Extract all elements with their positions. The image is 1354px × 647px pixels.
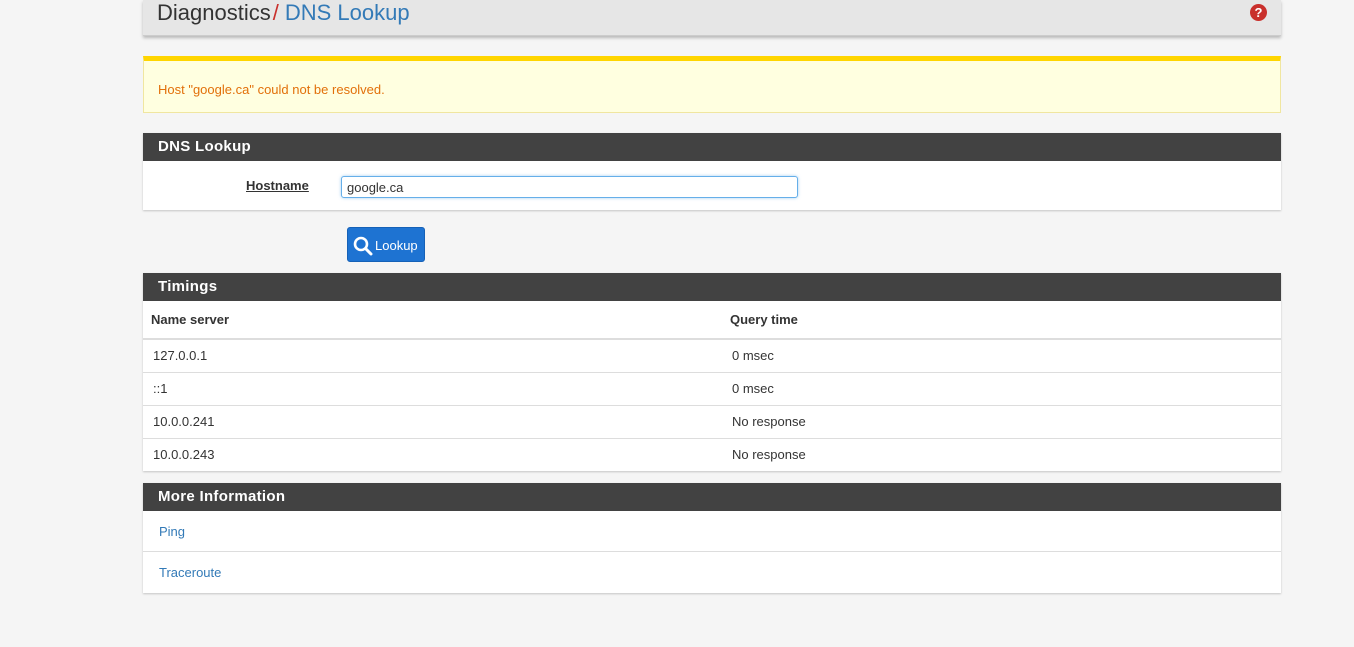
table-row: 127.0.0.1 0 msec: [143, 340, 1281, 373]
column-header-query-time: Query time: [730, 312, 798, 327]
name-server-cell: 127.0.0.1: [153, 348, 208, 363]
dns-lookup-panel-title: DNS Lookup: [143, 133, 1281, 161]
query-time-cell: No response: [732, 447, 806, 462]
more-information-panel: More Information Ping Traceroute: [143, 483, 1281, 593]
dns-lookup-panel: DNS Lookup Hostname: [143, 133, 1281, 210]
query-time-cell: 0 msec: [732, 381, 774, 396]
lookup-button-label: Lookup: [375, 238, 418, 253]
list-item: Traceroute: [143, 552, 1281, 592]
table-row: ::1 0 msec: [143, 373, 1281, 406]
hostname-label: Hostname: [246, 178, 309, 193]
query-time-cell: 0 msec: [732, 348, 774, 363]
hostname-input[interactable]: [341, 176, 798, 198]
list-item: Ping: [143, 511, 1281, 552]
timings-panel-title: Timings: [143, 273, 1281, 301]
column-header-name-server: Name server: [151, 312, 230, 327]
timings-table-header: Name server Query time: [143, 301, 1281, 340]
table-row: 10.0.0.241 No response: [143, 406, 1281, 439]
main-content: Diagnostics/DNS Lookup ? Host "google.ca…: [143, 0, 1281, 593]
more-information-panel-title: More Information: [143, 483, 1281, 511]
name-server-cell: ::1: [153, 381, 168, 396]
query-time-cell: No response: [732, 414, 806, 429]
help-icon[interactable]: ?: [1250, 4, 1267, 21]
page-header: Diagnostics/DNS Lookup ?: [143, 0, 1281, 36]
timings-panel: Timings Name server Query time 127.0.0.1…: [143, 273, 1281, 471]
warning-alert: Host "google.ca" could not be resolved.: [143, 56, 1281, 113]
traceroute-link[interactable]: Traceroute: [159, 565, 221, 580]
breadcrumb-parent[interactable]: Diagnostics: [157, 0, 271, 25]
search-icon: [353, 236, 373, 259]
breadcrumb: Diagnostics/DNS Lookup: [157, 0, 410, 26]
name-server-cell: 10.0.0.241: [153, 414, 215, 429]
ping-link[interactable]: Ping: [159, 524, 185, 539]
breadcrumb-current[interactable]: DNS Lookup: [285, 0, 410, 25]
table-row: 10.0.0.243 No response: [143, 439, 1281, 471]
alert-message: Host "google.ca" could not be resolved.: [158, 82, 385, 97]
lookup-button[interactable]: Lookup: [347, 227, 425, 262]
breadcrumb-separator: /: [272, 0, 279, 25]
name-server-cell: 10.0.0.243: [153, 447, 215, 462]
